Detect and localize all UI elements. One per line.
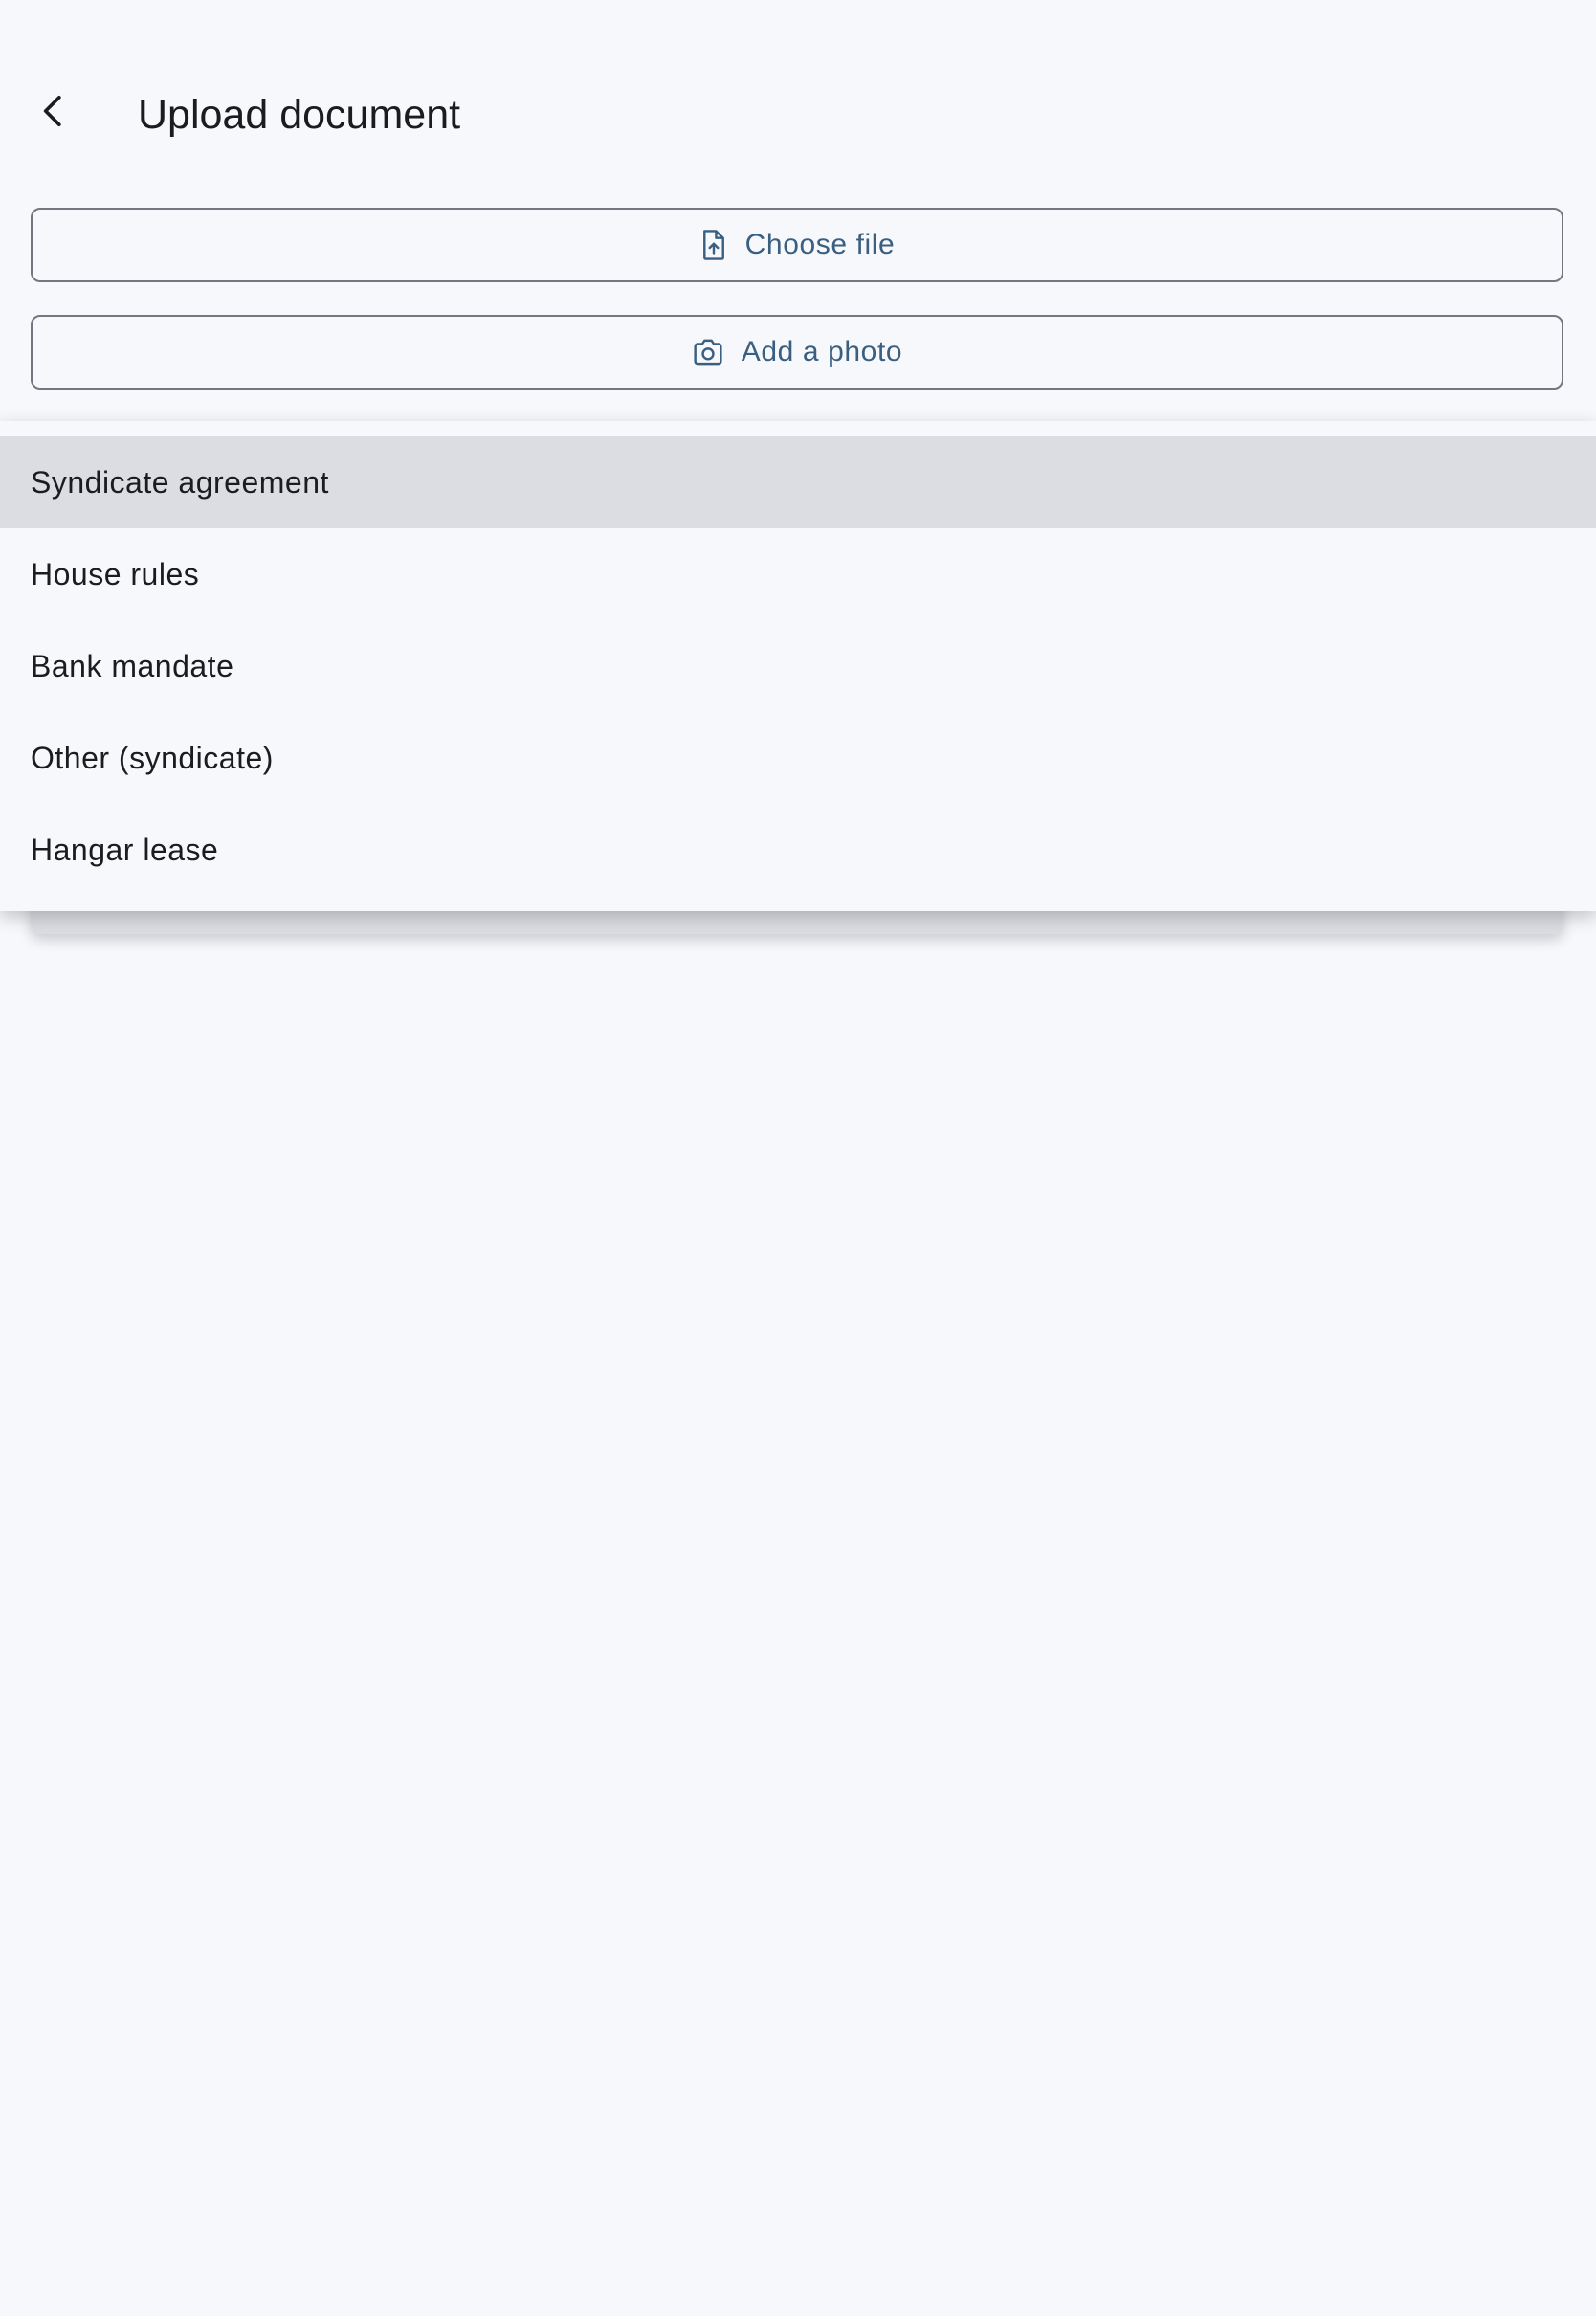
choose-file-label: Choose file [744,229,896,260]
menu-item-syndicate-agreement[interactable]: Syndicate agreement [0,436,1596,528]
file-upload-icon [702,230,724,260]
menu-item-bank-mandate[interactable]: Bank mandate [0,620,1596,712]
add-photo-label: Add a photo [741,336,903,367]
menu-item-other-syndicate[interactable]: Other (syndicate) [0,712,1596,804]
menu-item-hangar-lease[interactable]: Hangar lease [0,804,1596,896]
back-button[interactable] [19,77,88,145]
menu-item-house-rules[interactable]: House rules [0,528,1596,620]
chevron-left-icon [43,96,61,127]
camera-icon [694,339,722,366]
add-photo-button[interactable]: Add a photo [31,315,1563,390]
app-bar: Upload document [0,0,1596,230]
document-type-menu: Syndicate agreement House rules Bank man… [0,421,1596,911]
choose-file-button[interactable]: Choose file [31,208,1563,282]
page-title: Upload document [138,92,461,138]
